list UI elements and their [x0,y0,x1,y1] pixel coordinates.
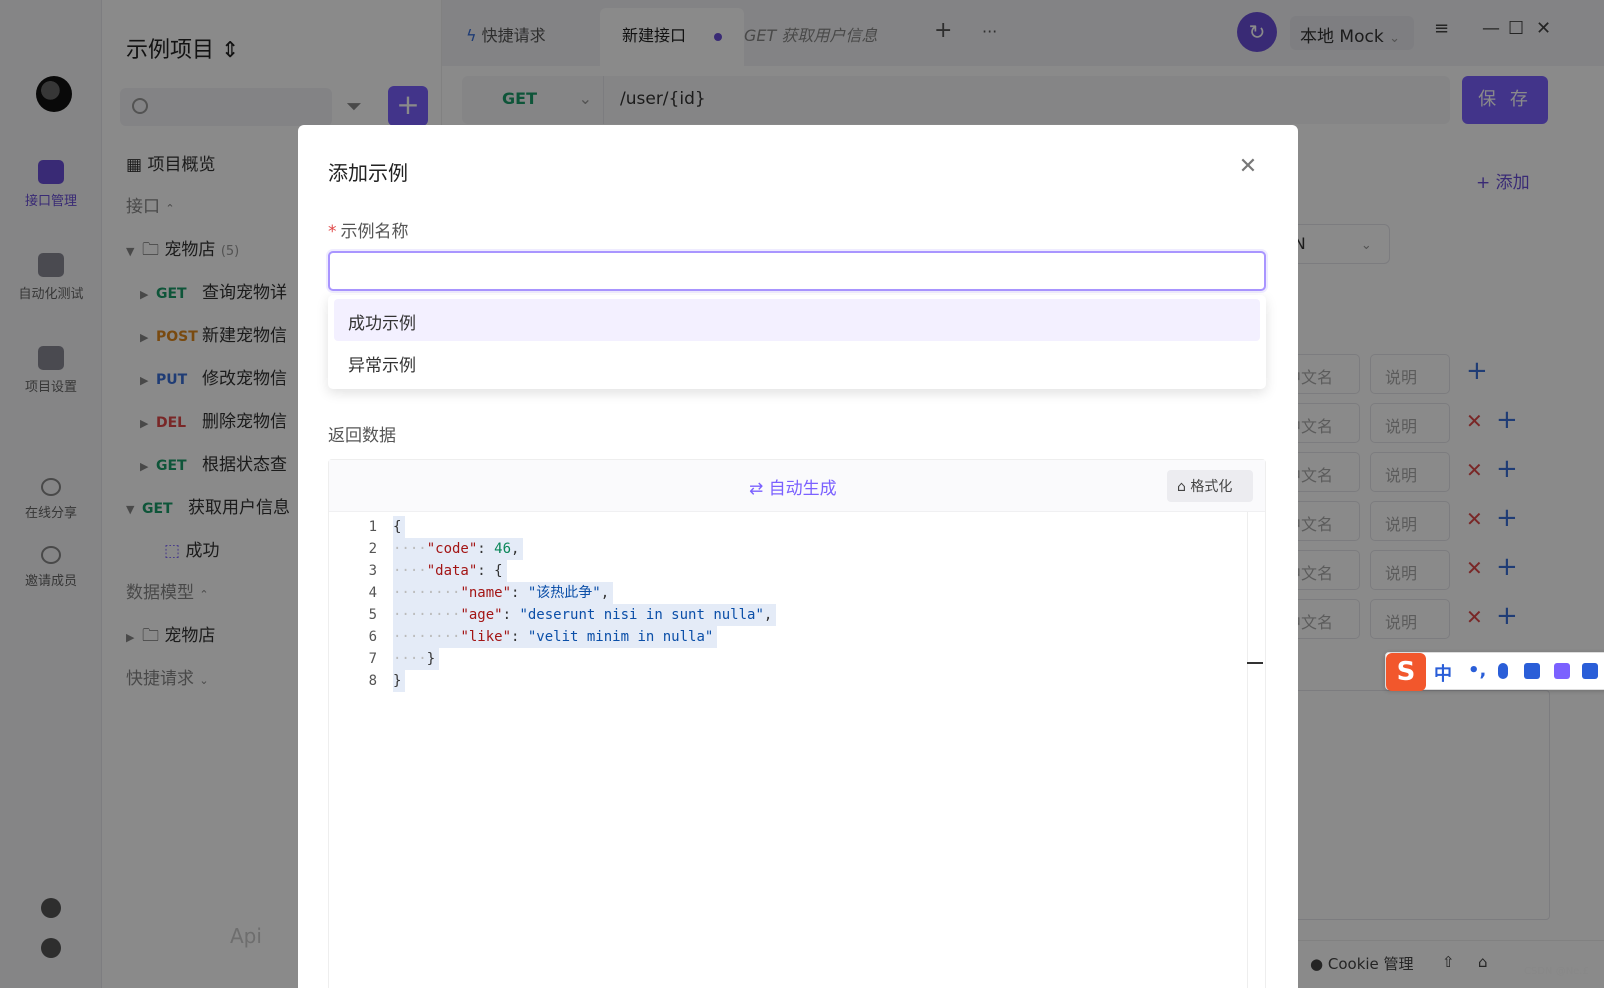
line-number: 3 [368,563,377,579]
example-name-label: * 示例名称 [328,217,409,242]
line-number: 8 [368,673,377,689]
skin-icon[interactable] [1554,663,1570,679]
watermark: CSDN @Ne.£ [1524,966,1589,977]
json-editor[interactable]: ⇄ 自动生成 ⌂ 格式化 1{2 ····"code": 46, 3 ····"dat… [328,459,1266,988]
keyboard-icon[interactable] [1524,663,1540,679]
return-data-label: 返回数据 [328,426,396,446]
ime-logo: S [1386,653,1426,691]
line-text: ········"age": "deserunt nisi in sunt nu… [393,604,777,626]
editor-scrollbar[interactable] [1247,512,1265,988]
close-icon[interactable]: ✕ [1236,155,1260,179]
dialog-title: 添加示例 [328,161,408,185]
ime-mode[interactable]: 中 [1434,660,1452,686]
toolbox-icon[interactable] [1582,663,1598,679]
ime-toolbar[interactable]: S 中 •, [1385,652,1604,691]
code-area[interactable]: 1{2 ····"code": 46, 3 ····"data": {4 ·······… [329,516,1247,692]
line-number: 7 [368,651,377,667]
code-line[interactable]: 4 ········"name": "该热此争", [329,582,1247,604]
line-text: } [393,670,406,692]
broom-icon: ⌂ [1177,479,1191,495]
code-line[interactable]: 3 ····"data": { [329,560,1247,582]
format-label: 格式化 [1190,479,1233,495]
line-number: 1 [368,519,377,535]
format-button[interactable]: ⌂ 格式化 [1167,470,1253,502]
required-mark: * [328,222,337,242]
ime-punct-icon[interactable]: •, [1468,660,1486,681]
line-text: ····} [393,648,440,670]
label-text: 示例名称 [340,222,409,242]
suggestion-error[interactable]: 异常示例 [334,341,1260,383]
line-text: ········"name": "该热此争", [393,582,614,604]
code-line[interactable]: 7 ····} [329,648,1247,670]
example-name-input[interactable] [328,251,1266,291]
microphone-icon[interactable] [1498,663,1508,679]
code-line[interactable]: 2 ····"code": 46, [329,538,1247,560]
line-number: 5 [368,607,377,623]
code-line[interactable]: 5 ········"age": "deserunt nisi in sunt n… [329,604,1247,626]
example-name-suggestions: 成功示例 异常示例 [328,295,1266,389]
add-example-dialog: 添加示例 ✕ * 示例名称 成功示例 异常示例 返回数据 ⇄ 自动生成 ⌂ 格式化… [298,125,1298,988]
code-line[interactable]: 8} [329,670,1247,692]
scroll-marker [1247,662,1263,664]
line-number: 6 [368,629,377,645]
code-line[interactable]: 1{ [329,516,1247,538]
line-text: { [393,516,406,538]
suggestion-success[interactable]: 成功示例 [334,299,1260,341]
auto-generate-button[interactable]: ⇄ 自动生成 [749,474,837,499]
editor-toolbar: ⇄ 自动生成 ⌂ 格式化 [329,460,1265,512]
line-text: ····"code": 46, [393,538,524,560]
line-text: ····"data": { [393,560,507,582]
code-line[interactable]: 6 ········"like": "velit minim in nulla" [329,626,1247,648]
line-number: 4 [368,585,377,601]
line-number: 2 [368,541,377,557]
line-text: ········"like": "velit minim in nulla" [393,626,718,648]
